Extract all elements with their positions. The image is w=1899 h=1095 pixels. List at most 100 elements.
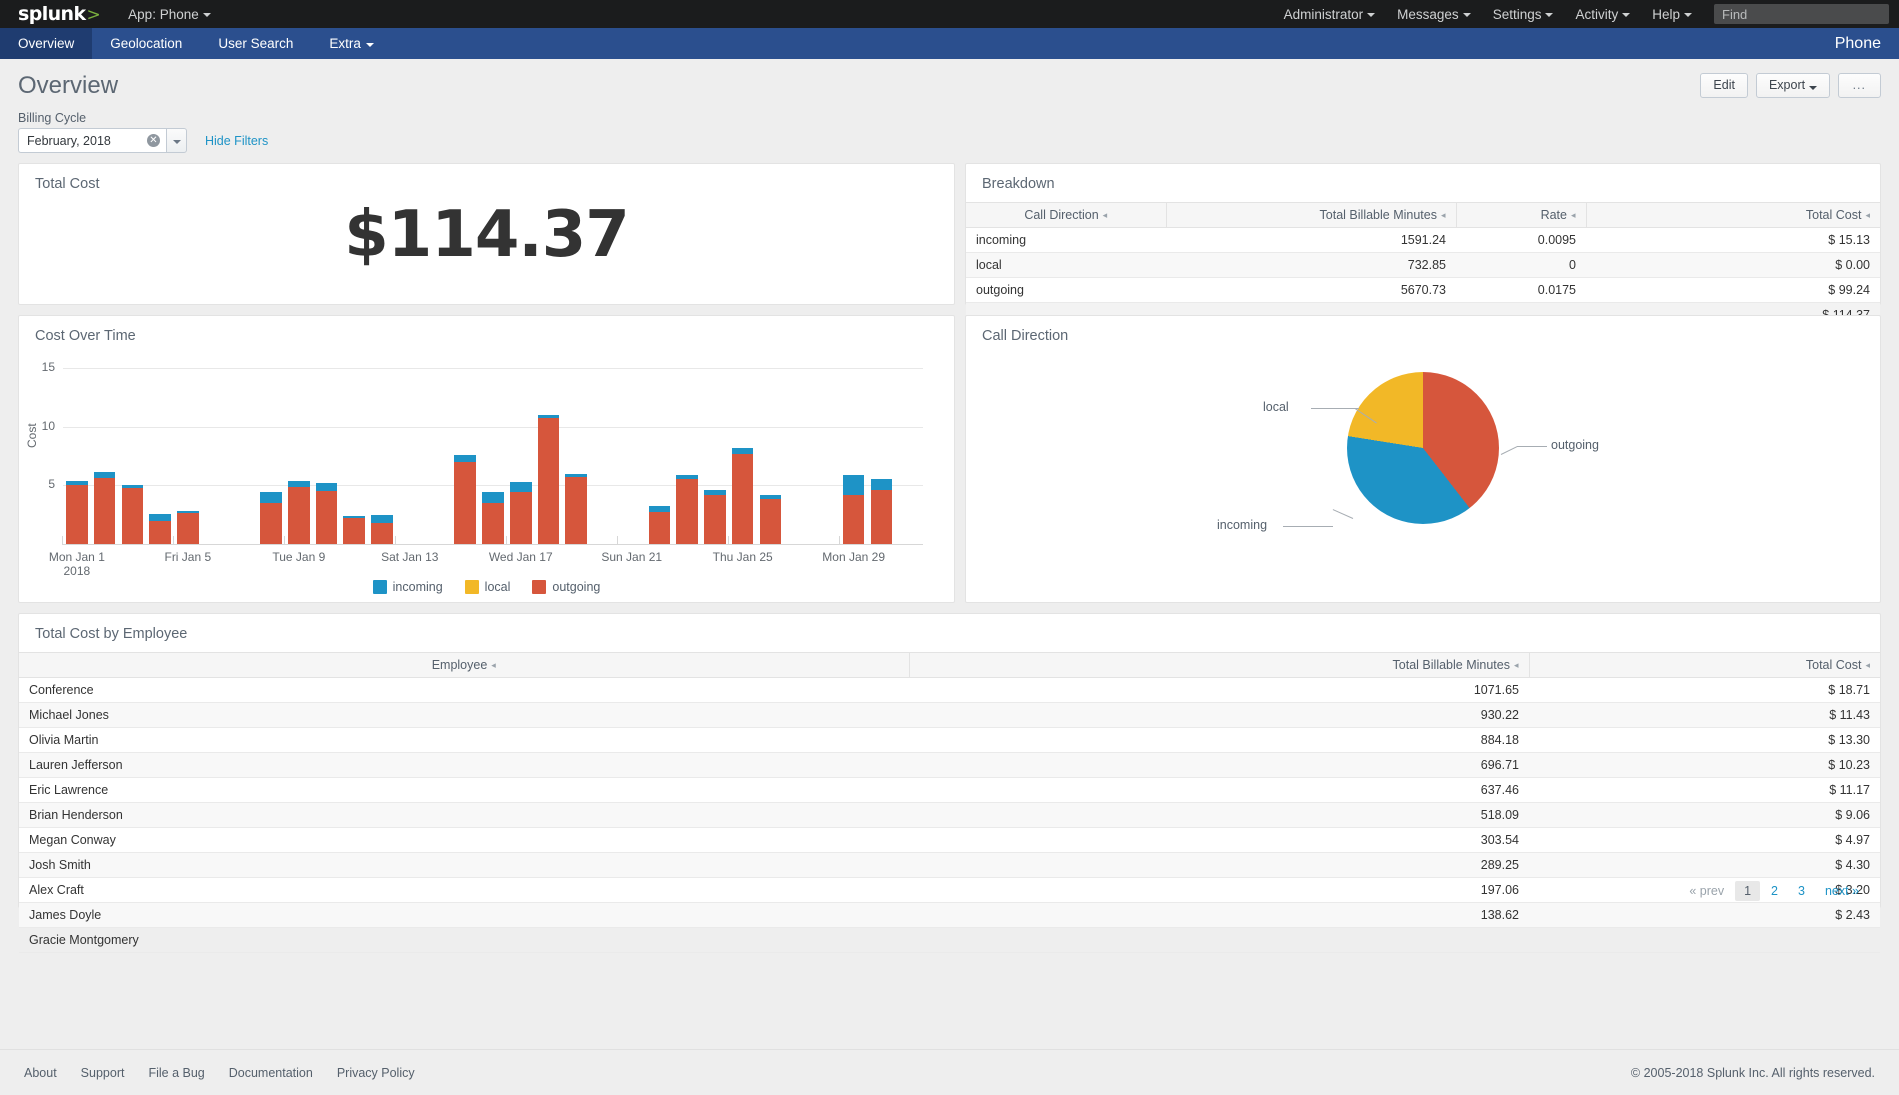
col-employee-minutes[interactable]: Total Billable Minutes ◂: [909, 652, 1530, 678]
bar[interactable]: [870, 479, 893, 544]
bar[interactable]: [565, 473, 588, 544]
table-row[interactable]: Lauren Jefferson 696.71 $ 10.23: [19, 752, 1880, 778]
menu-administrator[interactable]: Administrator: [1284, 7, 1376, 22]
footer-link-documentation[interactable]: Documentation: [229, 1066, 313, 1080]
find-input[interactable]: [1714, 4, 1889, 24]
bar[interactable]: [731, 447, 754, 544]
bar[interactable]: [287, 481, 310, 544]
table-row[interactable]: local 732.85 0 $ 0.00: [966, 252, 1880, 278]
table-row[interactable]: Brian Henderson 518.09 $ 9.06: [19, 802, 1880, 828]
page-body: Overview Edit Export ... Billing Cycle F…: [0, 59, 1899, 953]
panel-total-cost-title: Total Cost: [35, 176, 100, 192]
menu-activity[interactable]: Activity: [1575, 7, 1631, 22]
cell-minutes: 1071.65: [909, 677, 1529, 703]
bar-segment-incoming: [371, 515, 393, 523]
bar[interactable]: [121, 485, 144, 544]
edit-button[interactable]: Edit: [1700, 73, 1748, 98]
export-button[interactable]: Export: [1755, 73, 1830, 98]
call-direction-chart[interactable]: local outgoing incoming: [966, 354, 1880, 586]
col-rate[interactable]: Rate ◂: [1456, 202, 1587, 228]
more-options-button[interactable]: ...: [1837, 73, 1881, 98]
table-row[interactable]: Conference 1071.65 $ 18.71: [19, 677, 1880, 703]
table-row[interactable]: Eric Lawrence 637.46 $ 11.17: [19, 777, 1880, 803]
table-row[interactable]: incoming 1591.24 0.0095 $ 15.13: [966, 227, 1880, 253]
leader-line-outgoing-2: [1517, 446, 1547, 447]
nav-item-geolocation[interactable]: Geolocation: [92, 28, 200, 59]
splunk-logo[interactable]: splunk >: [18, 3, 101, 25]
pie-graphic[interactable]: [1347, 372, 1499, 524]
pagination-page-3[interactable]: 3: [1789, 881, 1814, 901]
bar[interactable]: [648, 506, 671, 544]
bar[interactable]: [149, 514, 171, 544]
panel-breakdown: Breakdown Call Direction ◂ Total Billable…: [965, 163, 1881, 327]
pagination-next[interactable]: next »: [1816, 881, 1868, 901]
nav-item-overview[interactable]: Overview: [0, 28, 93, 59]
bar[interactable]: [66, 481, 88, 544]
billing-cycle-dropdown-arrow[interactable]: [166, 128, 187, 153]
menu-settings-label: Settings: [1492, 6, 1542, 22]
table-row[interactable]: Megan Conway 303.54 $ 4.97: [19, 827, 1880, 853]
legend-item-outgoing[interactable]: outgoing: [532, 580, 600, 594]
bar[interactable]: [676, 474, 698, 544]
table-row[interactable]: Josh Smith 289.25 $ 4.30: [19, 852, 1880, 878]
bar[interactable]: [759, 494, 782, 544]
footer-link-about[interactable]: About: [24, 1066, 57, 1080]
table-row[interactable]: Olivia Martin 884.18 $ 13.30: [19, 727, 1880, 753]
dashboard-row-2: Cost Over Time Cost 5 10 15 Mon Jan 1 2018 Fr…: [12, 315, 1887, 613]
bar-segment-outgoing: [731, 453, 754, 544]
billing-cycle-value-box[interactable]: February, 2018 ✕: [18, 128, 166, 153]
cell-minutes: 303.54: [909, 827, 1529, 853]
gridline: [63, 368, 923, 369]
table-row[interactable]: Gracie Montgomery: [19, 927, 1880, 953]
col-total-cost[interactable]: Total Cost ◂: [1586, 202, 1880, 228]
clear-icon[interactable]: ✕: [147, 134, 160, 147]
table-row[interactable]: Alex Craft 197.06 $ 3.20: [19, 877, 1880, 903]
menu-settings[interactable]: Settings: [1493, 7, 1554, 22]
footer-link-file-a-bug[interactable]: File a Bug: [148, 1066, 204, 1080]
bar[interactable]: [482, 492, 504, 544]
cost-over-time-chart[interactable]: Cost 5 10 15 Mon Jan 1 2018 Fri Jan 5 Tue Jan …: [19, 354, 934, 589]
bar[interactable]: [371, 515, 393, 544]
bar[interactable]: [842, 474, 865, 544]
bar[interactable]: [177, 510, 199, 544]
page-header: Overview Edit Export ...: [12, 59, 1887, 101]
pagination-page-2[interactable]: 2: [1762, 881, 1787, 901]
pagination-prev[interactable]: « prev: [1680, 881, 1733, 901]
app-menu[interactable]: App: Phone: [128, 7, 211, 22]
col-employee-cost[interactable]: Total Cost ◂: [1529, 652, 1880, 678]
bar[interactable]: [315, 483, 338, 544]
total-cost-value: $114.37: [344, 198, 630, 272]
footer-link-support[interactable]: Support: [81, 1066, 125, 1080]
pagination-page-1[interactable]: 1: [1735, 881, 1761, 901]
x-axis-tick-mark: [727, 536, 729, 545]
bar[interactable]: [93, 472, 116, 544]
menu-messages[interactable]: Messages: [1397, 7, 1471, 22]
employee-table-body: Conference 1071.65 $ 18.71 Michael Jones 93…: [19, 677, 1880, 953]
footer-link-privacy-policy[interactable]: Privacy Policy: [337, 1066, 415, 1080]
col-call-direction[interactable]: Call Direction ◂: [966, 202, 1167, 228]
table-row[interactable]: outgoing 5670.73 0.0175 $ 99.24: [966, 277, 1880, 303]
nav-item-user-search[interactable]: User Search: [200, 28, 311, 59]
bar[interactable]: [260, 491, 282, 544]
billing-cycle-select[interactable]: February, 2018 ✕: [18, 128, 187, 153]
cell-employee: Brian Henderson: [19, 802, 909, 828]
bar[interactable]: [704, 490, 726, 544]
legend-item-incoming[interactable]: incoming: [372, 580, 443, 594]
bar[interactable]: [454, 454, 477, 544]
nav-item-extra[interactable]: Extra: [311, 28, 392, 59]
col-employee[interactable]: Employee ◂: [19, 652, 910, 678]
cell-direction: outgoing: [966, 277, 1166, 303]
col-total-billable-minutes[interactable]: Total Billable Minutes ◂: [1166, 202, 1457, 228]
cell-cost: $ 11.43: [1529, 702, 1880, 728]
cell-rate: 0.0175: [1456, 277, 1586, 303]
table-row[interactable]: James Doyle 138.62 $ 2.43: [19, 902, 1880, 928]
bar[interactable]: [509, 482, 532, 544]
menu-help[interactable]: Help: [1652, 7, 1692, 22]
bar[interactable]: [343, 516, 366, 544]
global-topbar: splunk > App: Phone Administrator Message…: [0, 0, 1899, 28]
hide-filters-link[interactable]: Hide Filters: [205, 134, 268, 153]
bar-segment-incoming: [509, 482, 532, 493]
table-row[interactable]: Michael Jones 930.22 $ 11.43: [19, 702, 1880, 728]
legend-item-local[interactable]: local: [464, 580, 510, 594]
bar[interactable]: [537, 414, 560, 544]
